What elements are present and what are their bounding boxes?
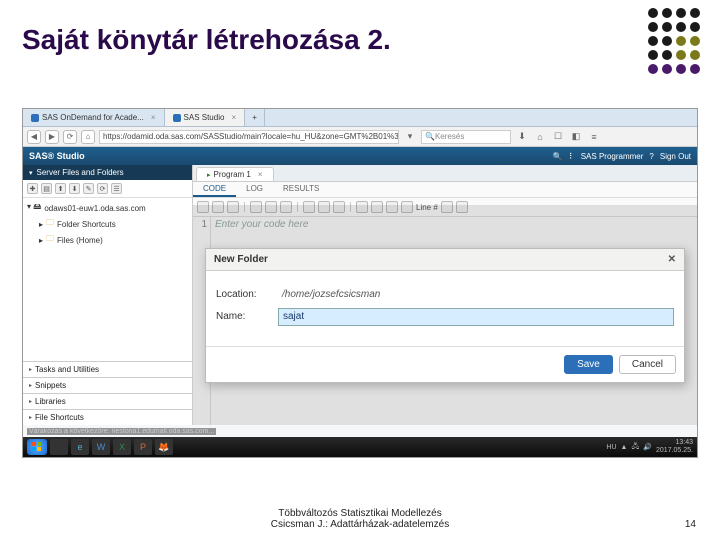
tab-label: SAS Studio xyxy=(184,113,225,122)
dialog-title: New Folder xyxy=(214,254,268,265)
edit-icon[interactable]: ✎ xyxy=(83,183,94,194)
folder-icon: 🗀 xyxy=(46,217,54,231)
save-button[interactable]: Save xyxy=(564,355,613,374)
sas-studio-header: SAS® Studio 🔍 ⠇ SAS Programmer ? Sign Ou… xyxy=(23,147,697,165)
sas-favicon xyxy=(31,114,39,122)
signout-link[interactable]: Sign Out xyxy=(660,152,691,161)
browser-tab-studio[interactable]: SAS Studio × xyxy=(165,109,246,126)
subtab-log[interactable]: LOG xyxy=(236,182,273,197)
page-number: 14 xyxy=(685,519,696,530)
slide-footer: Többváltozós Statisztikai Modellezés Csi… xyxy=(0,508,720,530)
open-icon[interactable]: ▤ xyxy=(41,183,52,194)
search-icon[interactable]: 🔍 xyxy=(553,152,563,161)
close-icon[interactable]: ✕ xyxy=(668,254,676,265)
folder-icon: 🗀 xyxy=(46,233,54,247)
new-icon[interactable]: ✚ xyxy=(27,183,38,194)
dialog-actions: Save Cancel xyxy=(206,346,684,382)
programmer-label[interactable]: SAS Programmer xyxy=(581,152,644,161)
refresh-icon[interactable]: ⟳ xyxy=(97,183,108,194)
network-icon[interactable]: 🖧 xyxy=(631,442,639,453)
browser-tabstrip: SAS OnDemand for Acade... × SAS Studio ×… xyxy=(23,109,697,127)
home-button[interactable]: ⌂ xyxy=(81,130,95,144)
tab-label: SAS OnDemand for Acade... xyxy=(42,113,144,122)
word-icon[interactable]: W xyxy=(92,439,110,455)
addon-icon[interactable]: ◧ xyxy=(569,130,583,144)
browser-toolbar: ◀ ▶ ⟳ ⌂ https://odamid.oda.sas.com/SASSt… xyxy=(23,127,697,147)
download-icon[interactable]: ⬇ xyxy=(69,183,80,194)
tree-root[interactable]: ▾ 🖴 odaws01-euw1.oda.sas.com xyxy=(27,200,188,216)
help-icon[interactable]: ? xyxy=(649,152,653,161)
back-button[interactable]: ◀ xyxy=(27,130,41,144)
home-icon[interactable]: ⌂ xyxy=(533,130,547,144)
file-tree: ▾ 🖴 odaws01-euw1.oda.sas.com ▸ 🗀 Folder … xyxy=(23,198,192,250)
sidebar-section-fileshortcuts[interactable]: File Shortcuts xyxy=(23,409,192,425)
name-field[interactable] xyxy=(278,308,674,326)
sas-brand: SAS® Studio xyxy=(29,151,85,161)
new-tab-button[interactable]: + xyxy=(245,109,265,126)
close-icon[interactable]: × xyxy=(231,113,236,122)
volume-icon[interactable]: 🔊 xyxy=(643,443,652,451)
decorative-dot-grid xyxy=(648,8,700,74)
reader-icon[interactable]: ▾ xyxy=(403,130,417,144)
name-label: Name: xyxy=(216,311,278,322)
windows-taskbar: 🗀 e W X P 🦊 HU ▲ 🖧 🔊 13:43 2017.05.25. xyxy=(23,437,697,457)
editor-area: Program 1 × CODE LOG RESULTS xyxy=(193,165,697,425)
browser-tab-ondemand[interactable]: SAS OnDemand for Acade... × xyxy=(23,109,165,126)
powerpoint-icon[interactable]: P xyxy=(134,439,152,455)
url-bar[interactable]: https://odamid.oda.sas.com/SASStudio/mai… xyxy=(99,130,399,144)
more-icon[interactable]: ⠇ xyxy=(569,152,575,161)
firefox-icon[interactable]: 🦊 xyxy=(155,439,173,455)
sidebar: Server Files and Folders ✚ ▤ ⬆ ⬇ ✎ ⟳ ☰ ▾… xyxy=(23,165,193,425)
lang-indicator[interactable]: HU xyxy=(606,444,616,451)
explorer-icon[interactable]: 🗀 xyxy=(50,439,68,455)
sidebar-toolbar: ✚ ▤ ⬆ ⬇ ✎ ⟳ ☰ xyxy=(23,180,192,198)
sidebar-section-libraries[interactable]: Libraries xyxy=(23,393,192,409)
windows-logo-icon xyxy=(32,442,42,452)
download-icon[interactable]: ⬇ xyxy=(515,130,529,144)
footer-line2: Csicsman J.: Adattárházak-adatelemzés xyxy=(271,519,449,530)
subtab-code[interactable]: CODE xyxy=(193,182,236,197)
tab-program1[interactable]: Program 1 × xyxy=(196,167,274,181)
excel-icon[interactable]: X xyxy=(113,439,131,455)
upload-icon[interactable]: ⬆ xyxy=(55,183,66,194)
close-icon[interactable]: × xyxy=(151,113,156,122)
props-icon[interactable]: ☰ xyxy=(111,183,122,194)
editor-subtabs: CODE LOG RESULTS xyxy=(193,182,697,198)
browser-status: Várakozás a következőre: nestoria1.eduma… xyxy=(27,428,216,435)
sas-favicon xyxy=(173,114,181,122)
sidebar-section-snippets[interactable]: Snippets xyxy=(23,377,192,393)
ie-icon[interactable]: e xyxy=(71,439,89,455)
location-label: Location: xyxy=(216,289,278,300)
start-button[interactable] xyxy=(27,439,47,455)
reload-button[interactable]: ⟳ xyxy=(63,130,77,144)
editor-tabs: Program 1 × xyxy=(193,165,697,182)
location-value: /home/jozsefcsicsman xyxy=(278,287,674,302)
sas-body: Server Files and Folders ✚ ▤ ⬆ ⬇ ✎ ⟳ ☰ ▾… xyxy=(23,165,697,425)
subtab-results[interactable]: RESULTS xyxy=(273,182,329,197)
footer-line1: Többváltozós Statisztikai Modellezés xyxy=(271,508,449,519)
cancel-button[interactable]: Cancel xyxy=(619,355,676,374)
browser-search[interactable]: 🔍 Keresés xyxy=(421,130,511,144)
menu-icon[interactable]: ≡ xyxy=(587,130,601,144)
sidebar-section-files[interactable]: Server Files and Folders xyxy=(23,165,192,180)
system-tray[interactable]: HU ▲ 🖧 🔊 13:43 2017.05.25. xyxy=(606,439,693,455)
tree-folder-shortcuts[interactable]: ▸ 🗀 Folder Shortcuts xyxy=(27,216,188,232)
clock[interactable]: 13:43 2017.05.25. xyxy=(656,439,693,455)
close-icon[interactable]: × xyxy=(258,170,263,179)
forward-button[interactable]: ▶ xyxy=(45,130,59,144)
dialog-titlebar: New Folder ✕ xyxy=(206,249,684,271)
sidebar-section-tasks[interactable]: Tasks and Utilities xyxy=(23,361,192,377)
embedded-screenshot: SAS OnDemand for Acade... × SAS Studio ×… xyxy=(22,108,698,458)
slide-title: Saját könytár létrehozása 2. xyxy=(0,0,720,56)
tree-files-home[interactable]: ▸ 🗀 Files (Home) xyxy=(27,232,188,248)
modal-backdrop: New Folder ✕ Location: /home/jozsefcsics… xyxy=(193,205,697,425)
bookmark-icon[interactable]: ☐ xyxy=(551,130,565,144)
new-folder-dialog: New Folder ✕ Location: /home/jozsefcsics… xyxy=(205,248,685,383)
